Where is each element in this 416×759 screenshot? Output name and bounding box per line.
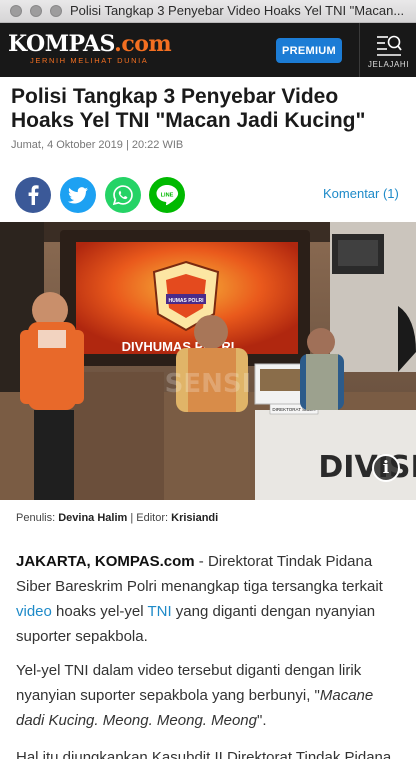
article-paragraph-3: Hal itu diungkapkan Kasubdit II Direktor… xyxy=(16,749,392,759)
svg-text:LINE: LINE xyxy=(161,192,174,198)
photo-watermark: SENSI xyxy=(165,369,252,399)
jelajahi-button[interactable]: JELAJAHI xyxy=(359,23,416,77)
window-controls xyxy=(10,5,62,17)
info-icon[interactable]: i xyxy=(372,454,400,482)
press-conference-image: HUMAS POLRI DIVHUMAS POLRI DIREKTORAT SI… xyxy=(0,222,416,500)
logo-text: KOMPAS xyxy=(8,31,115,57)
article-byline: Penulis: Devina Halim | Editor: Krisiand… xyxy=(16,512,218,524)
emblem-text: HUMAS POLRI xyxy=(169,298,205,304)
paragraph-text: hoaks yel-yel xyxy=(51,603,148,620)
article-lead: JAKARTA, KOMPAS.com xyxy=(16,553,195,570)
podium-text: DIVISI xyxy=(318,450,416,485)
jelajahi-label: JELAJAHI xyxy=(367,60,410,69)
premium-button[interactable]: PREMIUM xyxy=(276,38,342,63)
twitter-icon xyxy=(68,186,88,203)
article-headline: Polisi Tangkap 3 Penyebar Video Hoaks Ye… xyxy=(11,85,366,132)
line-icon: LINE xyxy=(156,185,179,206)
share-twitter-button[interactable] xyxy=(60,177,96,213)
minimize-dot-icon[interactable] xyxy=(30,5,42,17)
share-line-button[interactable]: LINE xyxy=(149,177,185,213)
share-facebook-button[interactable] xyxy=(15,177,51,213)
jelajahi-menu-icon xyxy=(377,35,402,56)
editor-label: Editor: xyxy=(136,512,169,524)
komentar-link[interactable]: Komentar (1) xyxy=(323,186,399,201)
article-photo[interactable]: HUMAS POLRI DIVHUMAS POLRI DIREKTORAT SI… xyxy=(0,222,416,500)
video-tag-link[interactable]: video xyxy=(16,603,52,620)
facebook-icon xyxy=(28,185,39,205)
zoom-dot-icon[interactable] xyxy=(50,5,62,17)
byline-separator: | xyxy=(130,512,134,524)
whatsapp-icon xyxy=(112,185,133,206)
close-dot-icon[interactable] xyxy=(10,5,22,17)
article-paragraph-1: JAKARTA, KOMPAS.com - Direktorat Tindak … xyxy=(16,549,400,649)
paragraph-text: Yel-yel TNI dalam video tersebut diganti… xyxy=(16,662,362,704)
article-date: Jumat, 4 Oktober 2019 | 20:22 WIB xyxy=(11,139,184,151)
penulis-name[interactable]: Devina Halim xyxy=(58,512,127,524)
paragraph-text: ". xyxy=(257,712,267,729)
window-titlebar: Polisi Tangkap 3 Penyebar Video Hoaks Ye… xyxy=(0,0,416,23)
logo-suffix: .com xyxy=(114,31,172,57)
logo-tagline: JERNIH MELIHAT DUNIA xyxy=(30,56,149,65)
share-whatsapp-button[interactable] xyxy=(105,177,141,213)
site-header: KOMPAS.com JERNIH MELIHAT DUNIA PREMIUM … xyxy=(0,23,416,77)
article-paragraph-2: Yel-yel TNI dalam video tersebut diganti… xyxy=(16,658,400,733)
kompas-logo[interactable]: KOMPAS.com JERNIH MELIHAT DUNIA xyxy=(8,31,172,65)
penulis-label: Penulis: xyxy=(16,512,56,524)
editor-name[interactable]: Krisiandi xyxy=(171,512,218,524)
tni-tag-link[interactable]: TNI xyxy=(147,603,171,620)
window-title: Polisi Tangkap 3 Penyebar Video Hoaks Ye… xyxy=(70,3,405,18)
